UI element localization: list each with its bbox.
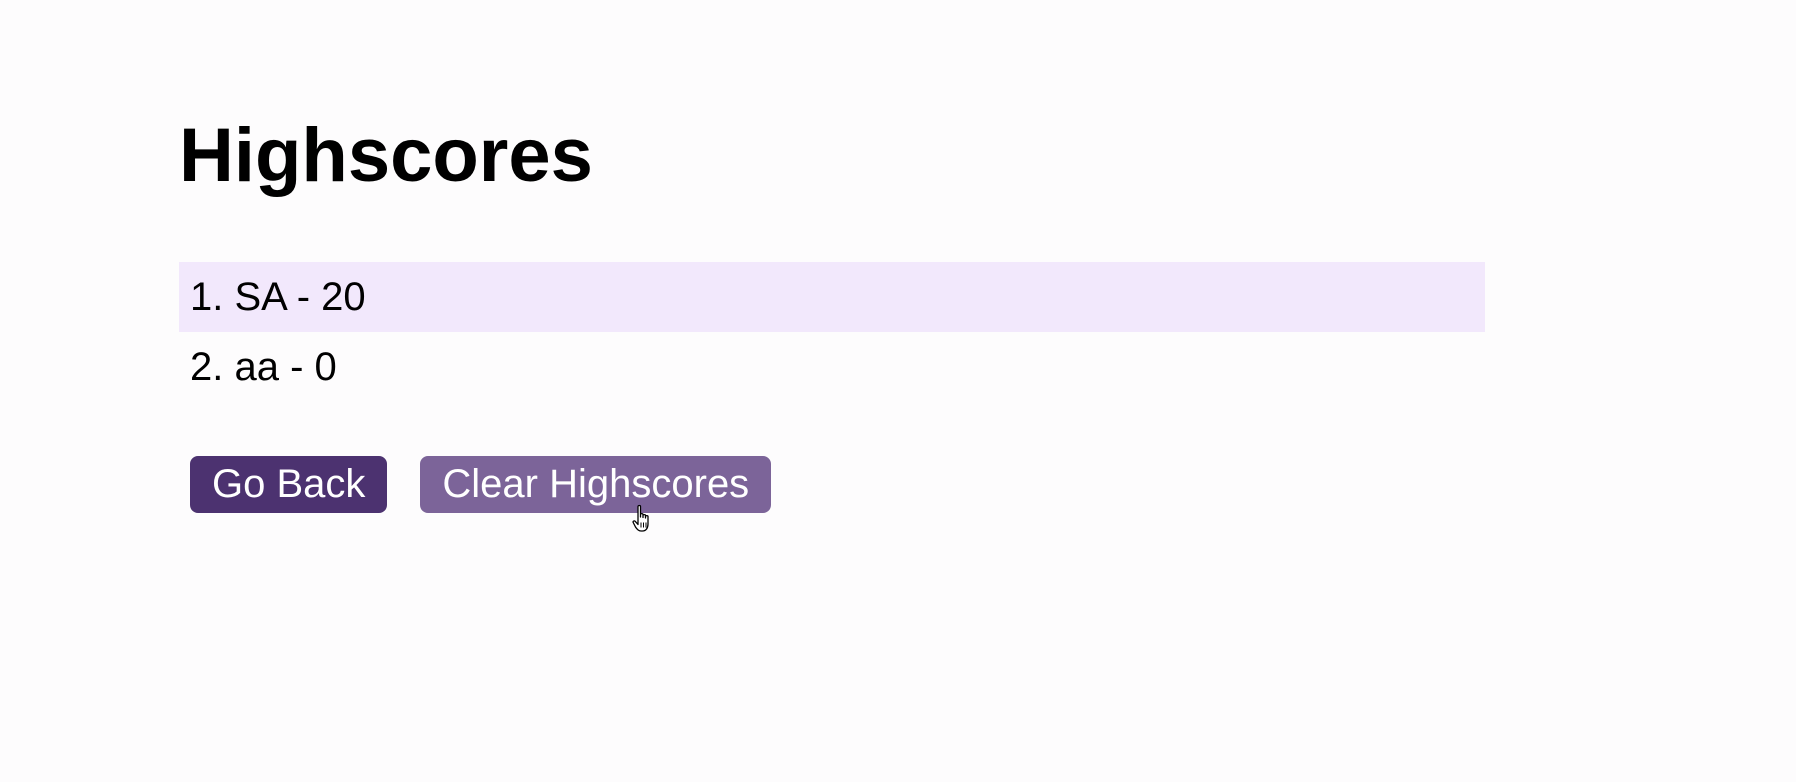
highscores-container: Highscores 1. SA - 20 2. aa - 0 Go Back … (179, 118, 1485, 513)
score-item-1: 1. SA - 20 (179, 262, 1485, 332)
clear-highscores-button[interactable]: Clear Highscores (420, 456, 772, 513)
score-item-2: 2. aa - 0 (190, 345, 337, 389)
go-back-button[interactable]: Go Back (190, 456, 388, 513)
action-buttons: Go Back Clear Highscores (190, 456, 1485, 513)
highscores-page: Highscores 1. SA - 20 2. aa - 0 Go Back … (0, 0, 1796, 782)
page-title: Highscores (179, 113, 593, 198)
score-list: 1. SA - 20 2. aa - 0 (179, 262, 1485, 402)
